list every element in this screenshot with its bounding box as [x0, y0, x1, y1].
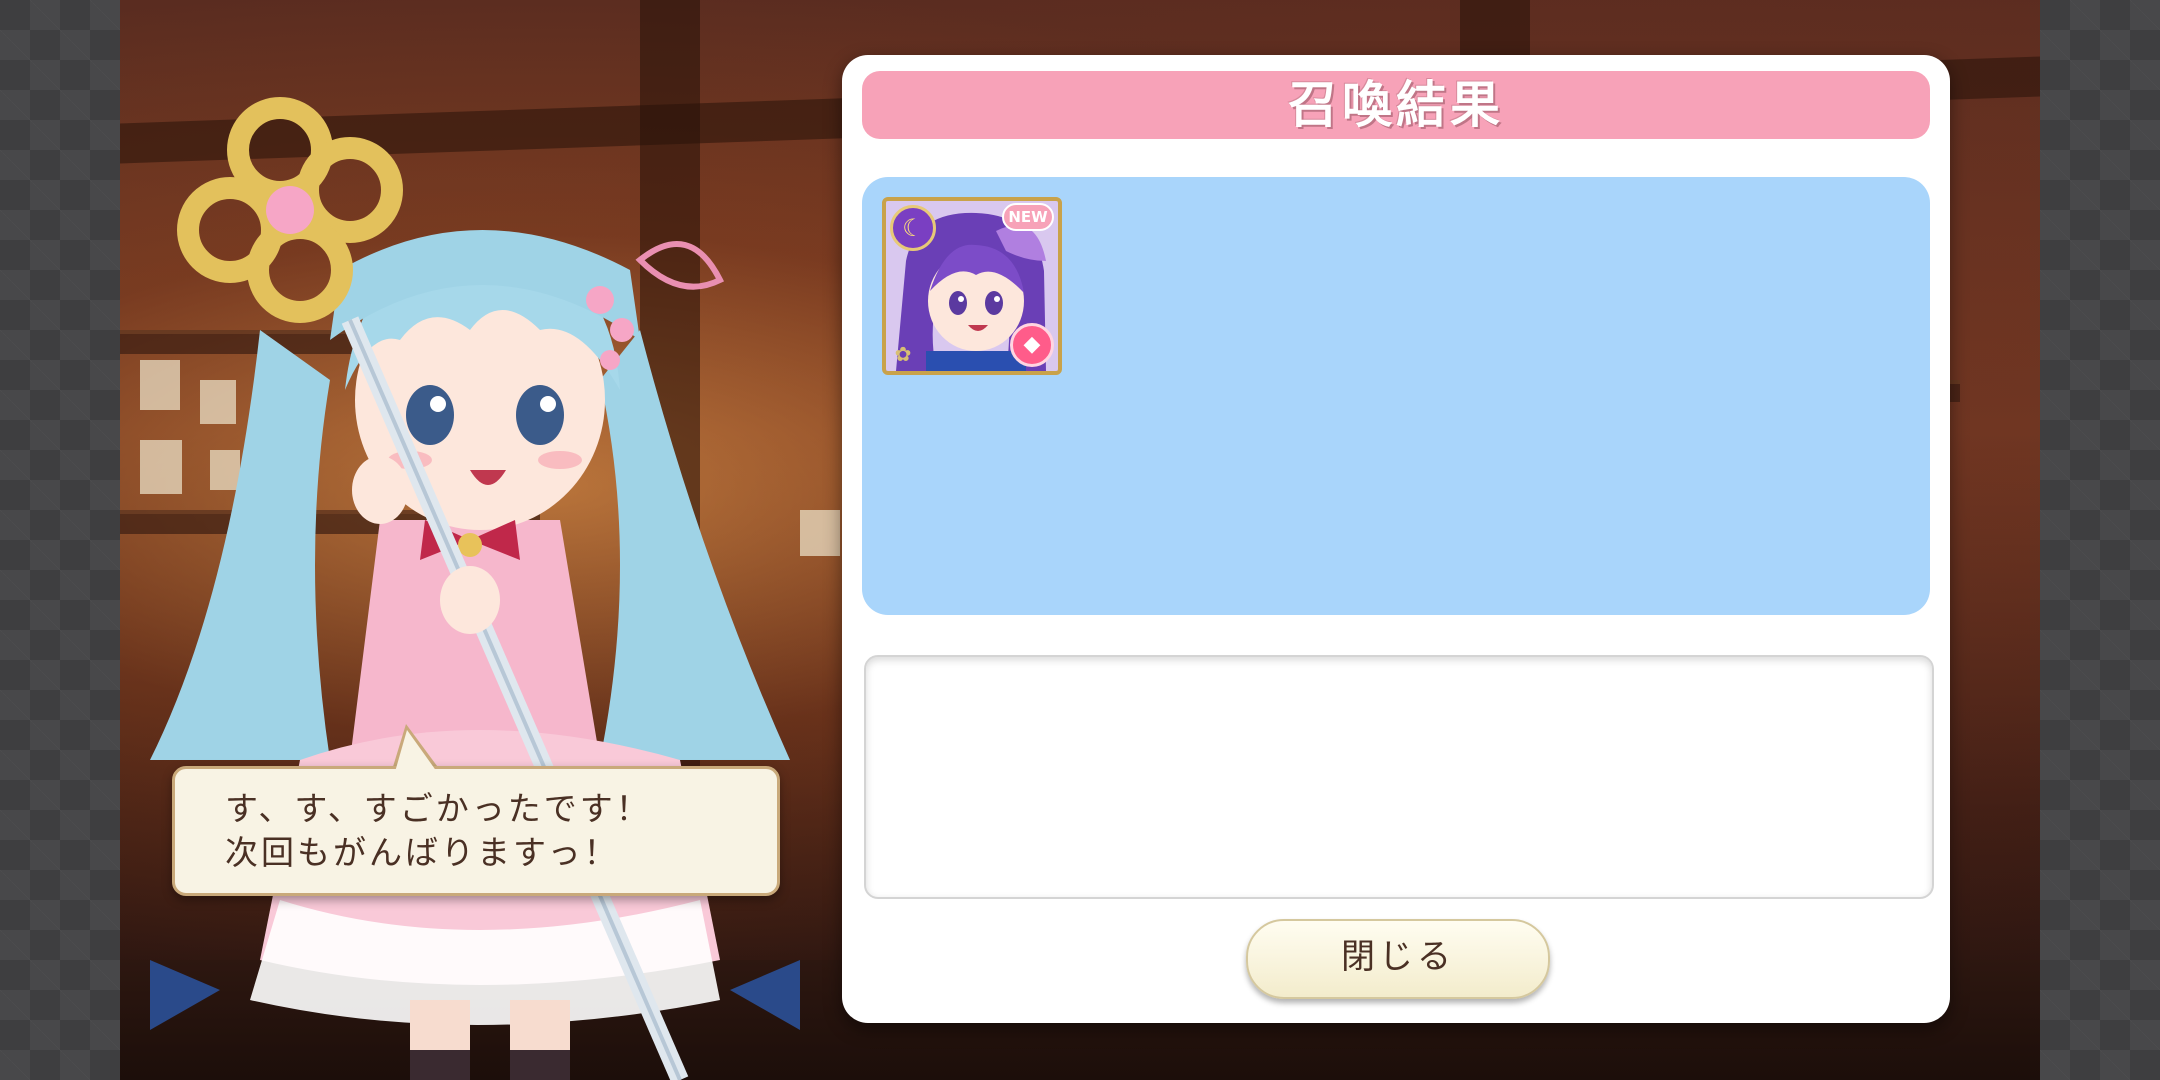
summon-result-panel: 召喚結果 ☾ NEW ◆ ✿ 閉じる	[842, 55, 1950, 1023]
panel-title: 召喚結果	[862, 71, 1930, 139]
moon-icon: ☾	[890, 205, 936, 251]
rarity-star-icon: ✿	[894, 342, 912, 366]
new-badge: NEW	[1002, 203, 1054, 231]
result-card-area: ☾ NEW ◆ ✿	[862, 177, 1930, 615]
navigator-character	[150, 97, 800, 1080]
speech-bubble-tail-inner	[395, 730, 437, 772]
close-button[interactable]: 閉じる	[1246, 919, 1550, 999]
gem-icon: ◆	[1010, 323, 1054, 367]
speech-line-2: 次回もがんばりますっ！	[225, 833, 620, 872]
right-pattern-strip	[2040, 0, 2160, 1080]
result-info-box	[864, 655, 1934, 899]
speech-line-1: す、す、すごかったです！	[225, 789, 652, 828]
result-card[interactable]: ☾ NEW ◆ ✿	[882, 197, 1062, 375]
speech-bubble: す、す、すごかったです！ 次回もがんばりますっ！	[172, 766, 780, 896]
